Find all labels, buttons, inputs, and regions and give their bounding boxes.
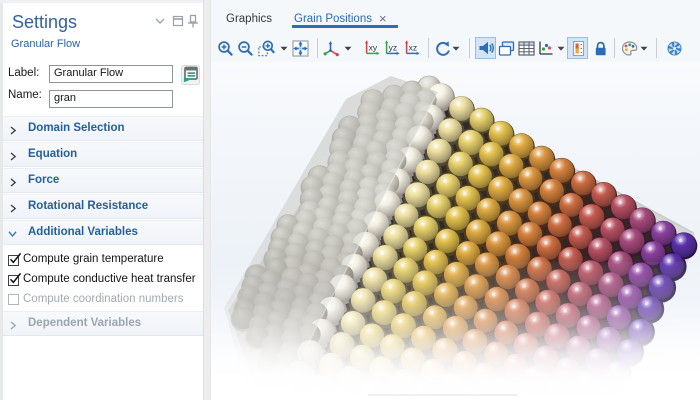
svg-text:xy: xy — [369, 43, 378, 53]
svg-text:xz: xz — [408, 43, 417, 53]
svg-text:yz: yz — [388, 43, 397, 53]
